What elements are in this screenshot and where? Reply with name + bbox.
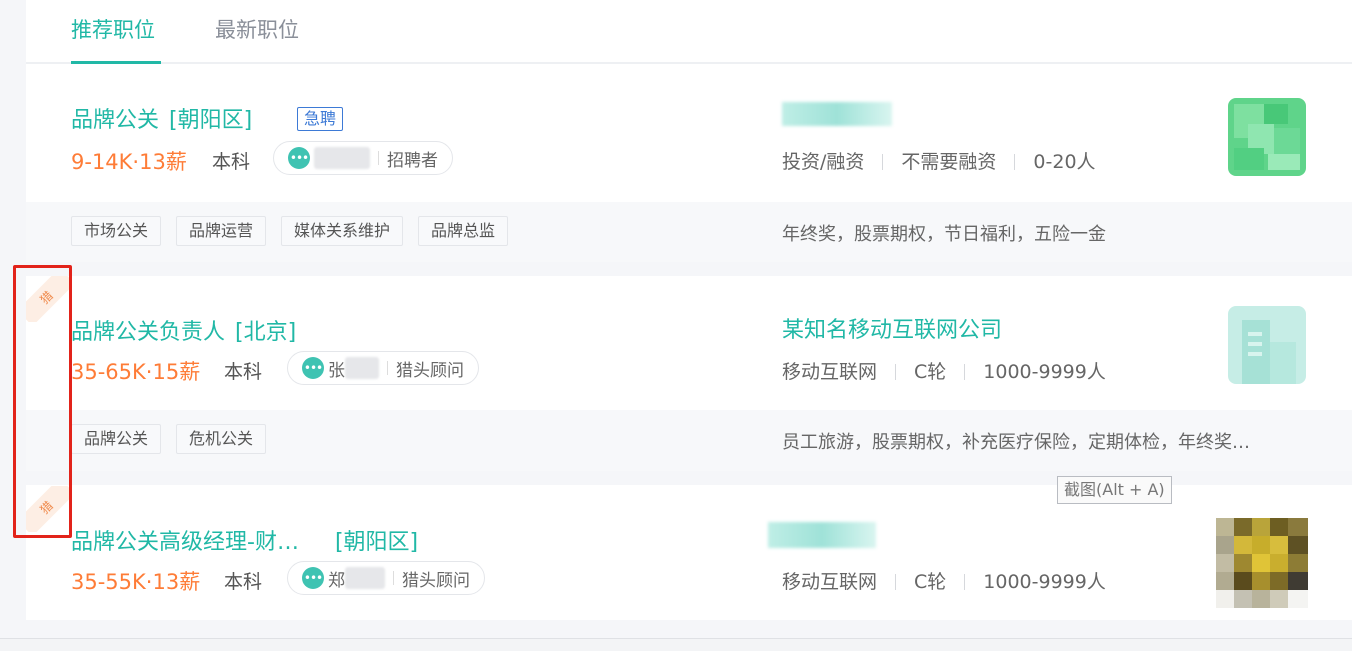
- salary: 9-14K·13薪: [71, 150, 187, 174]
- recruiter-role: 招聘者: [387, 150, 438, 171]
- recruiter-name-blurred: [314, 147, 370, 169]
- company-size: 0-20人: [1033, 151, 1096, 173]
- salary: 35-55K·13薪: [71, 570, 201, 594]
- company-industry: 投资/融资: [782, 151, 865, 173]
- divider: [387, 361, 388, 375]
- company-info: 投资/融资 不需要融资 0-20人: [782, 147, 1096, 174]
- salary: 35-65K·15薪: [71, 360, 201, 384]
- recruiter-chat-button[interactable]: ••• 张 猎头顾问: [287, 351, 479, 385]
- card-gap: [26, 262, 1352, 276]
- degree: 本科: [224, 571, 263, 593]
- company-benefits: 员工旅游，股票期权，补充医疗保险，定期体检，年终奖…: [782, 432, 1250, 453]
- divider: [393, 571, 394, 585]
- company-logo[interactable]: [1228, 98, 1306, 176]
- job-title[interactable]: 品牌公关高级经理-财…: [71, 530, 299, 555]
- skill-tag: 媒体关系维护: [281, 216, 404, 246]
- building-icon: [1228, 306, 1306, 384]
- job-list-panel: 推荐职位 最新职位 品牌公关 [朝阳区] 急聘 9-14K·13薪 本科 ••• …: [26, 0, 1352, 620]
- company-name-blurred[interactable]: [768, 522, 876, 548]
- company-info: 移动互联网 C轮 1000-9999人: [782, 567, 1106, 594]
- tab-latest[interactable]: 最新职位: [215, 14, 299, 44]
- job-area: [朝阳区]: [169, 108, 253, 133]
- job-card-footer: 品牌公关 危机公关 员工旅游，股票期权，补充医疗保险，定期体检，年终奖…: [26, 410, 1352, 471]
- job-area: [北京]: [235, 320, 297, 345]
- job-card-main: [26, 66, 1352, 202]
- recruiter-chat-button[interactable]: ••• 郑 猎头顾问: [287, 561, 485, 595]
- recruiter-name: 张: [328, 360, 345, 381]
- chat-icon: •••: [302, 357, 324, 379]
- job-title-link[interactable]: 品牌公关高级经理-财… [朝阳区]: [71, 524, 418, 556]
- skill-tag: 品牌公关: [71, 424, 162, 454]
- recruiter-name-blurred: [345, 567, 385, 589]
- company-stage: C轮: [914, 361, 947, 383]
- recruiter-name: 郑: [328, 570, 345, 591]
- skill-tag: 品牌运营: [176, 216, 267, 246]
- company-logo-placeholder[interactable]: [1228, 306, 1306, 384]
- job-area: [朝阳区]: [334, 530, 419, 555]
- company-industry: 移动互联网: [782, 571, 878, 593]
- urgent-badge: 急聘: [297, 107, 344, 131]
- recruiter-chat-button[interactable]: ••• 招聘者: [273, 141, 453, 175]
- annotation-highlight-box: [13, 265, 72, 538]
- recruiter-role: 猎头顾问: [396, 360, 464, 381]
- tab-bar: 推荐职位 最新职位: [26, 0, 1352, 64]
- screenshot-tooltip: 截图(Alt + A): [1057, 476, 1172, 504]
- job-title-link[interactable]: 品牌公关 [朝阳区]: [71, 102, 252, 134]
- job-card-footer: 市场公关 品牌运营 媒体关系维护 品牌总监 年终奖，股票期权，节日福利，五险一金: [26, 202, 1352, 263]
- company-stage: 不需要融资: [901, 151, 997, 173]
- company-name[interactable]: 某知名移动互联网公司: [782, 312, 1002, 344]
- active-tab-indicator: [71, 61, 161, 64]
- chat-icon: •••: [288, 147, 310, 169]
- company-stage: C轮: [914, 571, 947, 593]
- job-title-link[interactable]: 品牌公关负责人 [北京]: [71, 314, 296, 346]
- company-industry: 移动互联网: [782, 361, 878, 383]
- company-size: 1000-9999人: [983, 571, 1106, 593]
- degree: 本科: [212, 151, 251, 173]
- job-title[interactable]: 品牌公关: [71, 108, 159, 133]
- recruiter-name-blurred: [345, 357, 379, 379]
- bottom-strip: [0, 638, 1352, 651]
- company-info: 移动互联网 C轮 1000-9999人: [782, 357, 1106, 384]
- recruiter-role: 猎头顾问: [402, 570, 470, 591]
- skill-tag: 品牌总监: [418, 216, 509, 246]
- chat-icon: •••: [302, 567, 324, 589]
- company-size: 1000-9999人: [983, 361, 1106, 383]
- company-benefits: 年终奖，股票期权，节日福利，五险一金: [782, 224, 1106, 245]
- skill-tags: 市场公关 品牌运营 媒体关系维护 品牌总监: [71, 216, 509, 246]
- degree: 本科: [224, 361, 263, 383]
- job-title[interactable]: 品牌公关负责人: [71, 320, 225, 345]
- skill-tag: 市场公关: [71, 216, 162, 246]
- tab-recommended[interactable]: 推荐职位: [71, 14, 155, 44]
- divider: [378, 151, 379, 165]
- skill-tag: 危机公关: [176, 424, 267, 454]
- company-name-blurred[interactable]: [782, 102, 892, 126]
- company-logo[interactable]: [1216, 518, 1308, 608]
- skill-tags: 品牌公关 危机公关: [71, 424, 267, 454]
